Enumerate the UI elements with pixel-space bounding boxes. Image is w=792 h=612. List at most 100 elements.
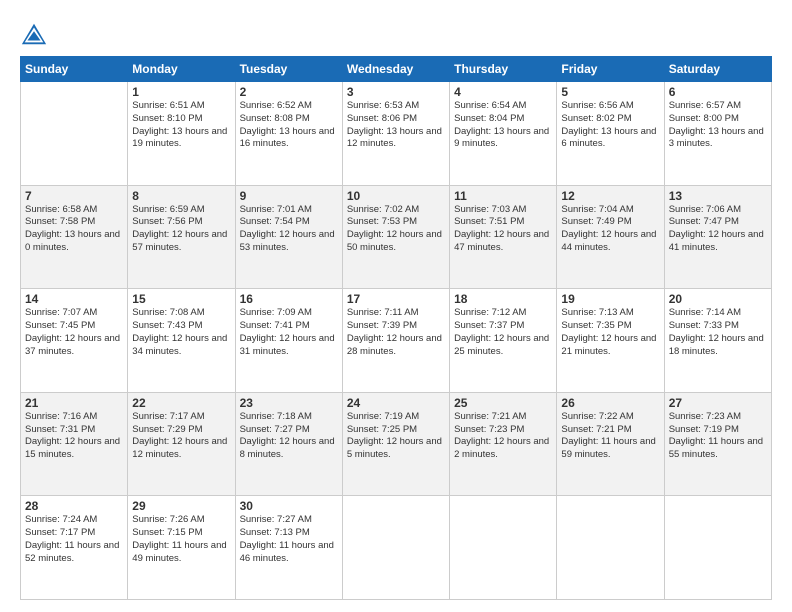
day-cell: 17Sunrise: 7:11 AMSunset: 7:39 PMDayligh… [342,289,449,393]
day-info: Sunrise: 6:56 AMSunset: 8:02 PMDaylight:… [561,100,659,151]
day-info: Sunrise: 7:17 AMSunset: 7:29 PMDaylight:… [132,411,230,462]
day-number: 26 [561,396,659,410]
weekday-header-saturday: Saturday [664,57,771,82]
day-cell: 30Sunrise: 7:27 AMSunset: 7:13 PMDayligh… [235,496,342,600]
day-info: Sunrise: 7:11 AMSunset: 7:39 PMDaylight:… [347,307,445,358]
weekday-header-wednesday: Wednesday [342,57,449,82]
day-info: Sunrise: 6:53 AMSunset: 8:06 PMDaylight:… [347,100,445,151]
day-cell: 10Sunrise: 7:02 AMSunset: 7:53 PMDayligh… [342,185,449,289]
day-number: 19 [561,292,659,306]
day-number: 13 [669,189,767,203]
day-number: 2 [240,85,338,99]
day-cell: 14Sunrise: 7:07 AMSunset: 7:45 PMDayligh… [21,289,128,393]
day-cell: 16Sunrise: 7:09 AMSunset: 7:41 PMDayligh… [235,289,342,393]
logo [20,20,52,48]
week-row-1: 1Sunrise: 6:51 AMSunset: 8:10 PMDaylight… [21,82,772,186]
day-number: 16 [240,292,338,306]
day-cell: 29Sunrise: 7:26 AMSunset: 7:15 PMDayligh… [128,496,235,600]
day-number: 21 [25,396,123,410]
day-cell: 15Sunrise: 7:08 AMSunset: 7:43 PMDayligh… [128,289,235,393]
day-info: Sunrise: 7:01 AMSunset: 7:54 PMDaylight:… [240,204,338,255]
day-cell: 9Sunrise: 7:01 AMSunset: 7:54 PMDaylight… [235,185,342,289]
week-row-5: 28Sunrise: 7:24 AMSunset: 7:17 PMDayligh… [21,496,772,600]
day-cell: 23Sunrise: 7:18 AMSunset: 7:27 PMDayligh… [235,392,342,496]
day-number: 7 [25,189,123,203]
day-cell [21,82,128,186]
day-info: Sunrise: 6:52 AMSunset: 8:08 PMDaylight:… [240,100,338,151]
day-number: 18 [454,292,552,306]
day-number: 28 [25,499,123,513]
day-cell [342,496,449,600]
day-cell: 8Sunrise: 6:59 AMSunset: 7:56 PMDaylight… [128,185,235,289]
day-number: 8 [132,189,230,203]
day-number: 15 [132,292,230,306]
day-number: 11 [454,189,552,203]
day-info: Sunrise: 6:51 AMSunset: 8:10 PMDaylight:… [132,100,230,151]
day-cell: 24Sunrise: 7:19 AMSunset: 7:25 PMDayligh… [342,392,449,496]
day-info: Sunrise: 6:59 AMSunset: 7:56 PMDaylight:… [132,204,230,255]
day-info: Sunrise: 7:23 AMSunset: 7:19 PMDaylight:… [669,411,767,462]
page: SundayMondayTuesdayWednesdayThursdayFrid… [0,0,792,612]
day-number: 22 [132,396,230,410]
day-number: 24 [347,396,445,410]
day-info: Sunrise: 7:03 AMSunset: 7:51 PMDaylight:… [454,204,552,255]
day-cell: 22Sunrise: 7:17 AMSunset: 7:29 PMDayligh… [128,392,235,496]
day-number: 27 [669,396,767,410]
calendar-table: SundayMondayTuesdayWednesdayThursdayFrid… [20,56,772,600]
day-info: Sunrise: 6:57 AMSunset: 8:00 PMDaylight:… [669,100,767,151]
day-number: 23 [240,396,338,410]
day-cell [557,496,664,600]
day-number: 29 [132,499,230,513]
day-number: 3 [347,85,445,99]
day-info: Sunrise: 7:04 AMSunset: 7:49 PMDaylight:… [561,204,659,255]
day-cell: 19Sunrise: 7:13 AMSunset: 7:35 PMDayligh… [557,289,664,393]
day-cell: 18Sunrise: 7:12 AMSunset: 7:37 PMDayligh… [450,289,557,393]
weekday-header-monday: Monday [128,57,235,82]
week-row-2: 7Sunrise: 6:58 AMSunset: 7:58 PMDaylight… [21,185,772,289]
day-cell: 6Sunrise: 6:57 AMSunset: 8:00 PMDaylight… [664,82,771,186]
day-info: Sunrise: 7:27 AMSunset: 7:13 PMDaylight:… [240,514,338,565]
day-number: 9 [240,189,338,203]
day-cell: 11Sunrise: 7:03 AMSunset: 7:51 PMDayligh… [450,185,557,289]
weekday-header-tuesday: Tuesday [235,57,342,82]
day-cell: 20Sunrise: 7:14 AMSunset: 7:33 PMDayligh… [664,289,771,393]
weekday-header-sunday: Sunday [21,57,128,82]
header [20,16,772,48]
day-info: Sunrise: 7:19 AMSunset: 7:25 PMDaylight:… [347,411,445,462]
day-cell: 21Sunrise: 7:16 AMSunset: 7:31 PMDayligh… [21,392,128,496]
day-cell: 1Sunrise: 6:51 AMSunset: 8:10 PMDaylight… [128,82,235,186]
weekday-header-row: SundayMondayTuesdayWednesdayThursdayFrid… [21,57,772,82]
day-info: Sunrise: 7:14 AMSunset: 7:33 PMDaylight:… [669,307,767,358]
day-number: 17 [347,292,445,306]
calendar-body: 1Sunrise: 6:51 AMSunset: 8:10 PMDaylight… [21,82,772,600]
day-cell: 7Sunrise: 6:58 AMSunset: 7:58 PMDaylight… [21,185,128,289]
day-number: 4 [454,85,552,99]
day-info: Sunrise: 7:21 AMSunset: 7:23 PMDaylight:… [454,411,552,462]
day-number: 20 [669,292,767,306]
day-info: Sunrise: 7:06 AMSunset: 7:47 PMDaylight:… [669,204,767,255]
day-info: Sunrise: 7:09 AMSunset: 7:41 PMDaylight:… [240,307,338,358]
day-info: Sunrise: 7:24 AMSunset: 7:17 PMDaylight:… [25,514,123,565]
day-info: Sunrise: 7:18 AMSunset: 7:27 PMDaylight:… [240,411,338,462]
calendar-header: SundayMondayTuesdayWednesdayThursdayFrid… [21,57,772,82]
day-cell [450,496,557,600]
day-number: 25 [454,396,552,410]
day-cell: 13Sunrise: 7:06 AMSunset: 7:47 PMDayligh… [664,185,771,289]
day-cell: 26Sunrise: 7:22 AMSunset: 7:21 PMDayligh… [557,392,664,496]
week-row-4: 21Sunrise: 7:16 AMSunset: 7:31 PMDayligh… [21,392,772,496]
day-info: Sunrise: 6:58 AMSunset: 7:58 PMDaylight:… [25,204,123,255]
day-number: 12 [561,189,659,203]
day-info: Sunrise: 7:16 AMSunset: 7:31 PMDaylight:… [25,411,123,462]
logo-icon [20,20,48,48]
day-info: Sunrise: 7:02 AMSunset: 7:53 PMDaylight:… [347,204,445,255]
day-cell: 27Sunrise: 7:23 AMSunset: 7:19 PMDayligh… [664,392,771,496]
day-info: Sunrise: 7:08 AMSunset: 7:43 PMDaylight:… [132,307,230,358]
day-info: Sunrise: 7:13 AMSunset: 7:35 PMDaylight:… [561,307,659,358]
weekday-header-thursday: Thursday [450,57,557,82]
day-number: 1 [132,85,230,99]
weekday-header-friday: Friday [557,57,664,82]
day-cell: 3Sunrise: 6:53 AMSunset: 8:06 PMDaylight… [342,82,449,186]
day-number: 10 [347,189,445,203]
day-cell [664,496,771,600]
day-cell: 28Sunrise: 7:24 AMSunset: 7:17 PMDayligh… [21,496,128,600]
